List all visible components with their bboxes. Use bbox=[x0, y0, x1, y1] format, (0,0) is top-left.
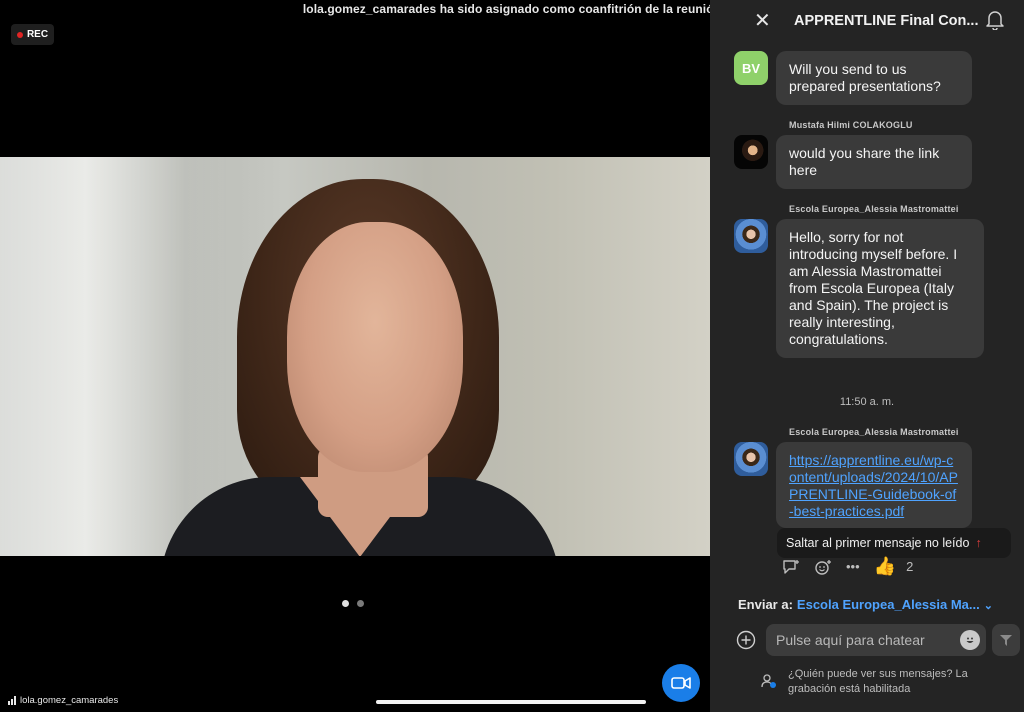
compose-row bbox=[734, 624, 1020, 656]
emoji-icon[interactable] bbox=[960, 630, 980, 650]
speaker-face bbox=[287, 222, 463, 472]
add-reaction-icon[interactable] bbox=[814, 559, 832, 575]
more-icon[interactable]: ••• bbox=[846, 559, 860, 574]
chat-panel: ✕ APPRENTLINE Final Con... BV Will you s… bbox=[710, 0, 1024, 712]
thumbs-up-icon: 👍 bbox=[873, 556, 897, 576]
reaction-count: 2 bbox=[906, 559, 914, 574]
video-camera-icon bbox=[671, 677, 691, 689]
send-to-recipient[interactable]: Escola Europea_Alessia Ma... bbox=[797, 597, 980, 612]
close-icon[interactable]: ✕ bbox=[754, 8, 771, 33]
arrow-up-icon: ↑ bbox=[975, 536, 982, 550]
plus-icon[interactable] bbox=[736, 630, 756, 650]
signal-bars-icon bbox=[8, 696, 16, 705]
message-bubble[interactable]: would you share the link here bbox=[776, 135, 972, 189]
send-icon bbox=[1000, 635, 1012, 646]
privacy-note[interactable]: ¿Quién puede ver sus mensajes? La grabac… bbox=[761, 667, 1012, 697]
send-to-label: Enviar a: bbox=[738, 597, 793, 612]
avatar[interactable]: BV bbox=[734, 51, 768, 85]
avatar[interactable] bbox=[734, 442, 768, 476]
active-speaker-video[interactable] bbox=[0, 157, 710, 556]
chevron-down-icon[interactable]: ⌄ bbox=[984, 600, 993, 612]
bell-icon[interactable] bbox=[986, 10, 1004, 30]
home-indicator[interactable] bbox=[376, 700, 646, 704]
reply-icon[interactable] bbox=[782, 559, 800, 575]
jump-to-unread-button[interactable]: Saltar al primer mensaje no leído ↑ bbox=[777, 528, 1011, 558]
chat-input[interactable] bbox=[766, 624, 986, 656]
page-dot-1[interactable] bbox=[342, 600, 349, 607]
video-page-indicator[interactable] bbox=[342, 600, 364, 607]
message-sender[interactable]: Escola Europea_Alessia Mastromattei bbox=[789, 427, 959, 437]
link-message-bubble[interactable]: https://apprentline.eu/wp-content/upload… bbox=[776, 442, 972, 528]
time-separator: 11:50 a. m. bbox=[839, 396, 895, 408]
message-sender[interactable]: Mustafa Hilmi COLAKOGLU bbox=[789, 120, 913, 130]
rec-dot-icon bbox=[16, 31, 23, 38]
jump-to-unread-label: Saltar al primer mensaje no leído bbox=[786, 536, 970, 550]
message-actions: ••• 👍 2 bbox=[782, 556, 913, 577]
thumbs-up-reaction[interactable]: 👍 2 bbox=[874, 556, 914, 577]
background-window bbox=[0, 157, 240, 556]
send-to-selector[interactable]: Enviar a: Escola Europea_Alessia Ma... ⌄ bbox=[738, 597, 993, 612]
self-name-tag: lola.gomez_camarades bbox=[8, 695, 118, 706]
self-name: lola.gomez_camarades bbox=[20, 695, 119, 706]
video-camera-button[interactable] bbox=[662, 664, 700, 702]
recording-label: REC bbox=[26, 29, 49, 40]
send-button[interactable] bbox=[992, 624, 1020, 656]
page-dot-2[interactable] bbox=[357, 600, 364, 607]
chat-title[interactable]: APPRENTLINE Final Con... bbox=[794, 13, 978, 29]
message-bubble[interactable]: Will you send to us prepared presentatio… bbox=[776, 51, 972, 105]
privacy-icon bbox=[761, 674, 776, 688]
avatar[interactable] bbox=[734, 135, 768, 169]
avatar[interactable] bbox=[734, 219, 768, 253]
meeting-screen: lola.gomez_camarades ha sido asignado co… bbox=[0, 0, 1024, 712]
message-sender[interactable]: Escola Europea_Alessia Mastromattei bbox=[789, 204, 959, 214]
chat-header: ✕ APPRENTLINE Final Con... bbox=[710, 0, 1024, 42]
recording-badge[interactable]: REC bbox=[11, 24, 54, 45]
privacy-text: ¿Quién puede ver sus mensajes? La grabac… bbox=[788, 668, 968, 695]
message-bubble[interactable]: Hello, sorry for not introducing myself … bbox=[776, 219, 984, 358]
